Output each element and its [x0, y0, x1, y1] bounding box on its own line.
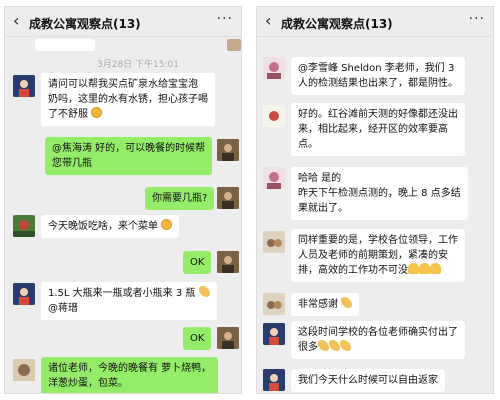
clap-icon	[340, 340, 351, 351]
clap-icon	[329, 340, 340, 351]
message-bubble-partial	[35, 39, 95, 51]
chat-header: ‹ 成教公寓观察点(13) ···	[5, 7, 241, 37]
message-bubble: 哈哈 是的 昨天下午检测点测的，晚上 8 点多结 果就出了。	[291, 167, 468, 220]
message-bubble-self: OK	[183, 251, 212, 274]
avatar-user-1[interactable]	[263, 369, 285, 391]
message-bubble: 这段时间学校的各位老师确实付出了 很多	[291, 321, 465, 359]
avatar-user-6[interactable]	[263, 231, 285, 253]
avatar-user-4[interactable]	[263, 167, 285, 189]
chat-title: 成教公寓观察点(13)	[29, 17, 141, 31]
message-bubble: 好的。红谷滩前天测的好像都还没出 来，相比起来，经开区的效率要高 点。	[291, 103, 465, 156]
avatar-user-3[interactable]	[13, 359, 35, 381]
avatar-user-1[interactable]	[13, 75, 35, 97]
message-bubble: 非常感谢	[291, 293, 360, 316]
thumbs-up-icon	[408, 263, 419, 274]
message-bubble: 今天晚饭吃啥，来个菜单	[41, 215, 180, 238]
message-bubble: 我们今天什么时候可以自由返家	[291, 369, 445, 392]
chat-panel-left: ‹ 成教公寓观察点(13) ··· 3月28日 下午15:01 请问可以帮我买点…	[4, 6, 242, 394]
message-bubble: 请问可以帮我买点矿泉水给宝宝泡 奶吗，这里的水有水锈，担心孩子喝 了不舒服	[41, 73, 215, 126]
message-bubble-self: 你需要几瓶?	[145, 187, 215, 210]
chat-panel-right: ‹ 成教公寓观察点(13) ··· @李雪峰 Sheldon 李老师，我们 3 …	[256, 6, 494, 394]
avatar-self[interactable]	[217, 251, 239, 273]
clap-icon	[318, 340, 329, 351]
avatar	[227, 39, 241, 51]
avatar-user-2[interactable]	[13, 215, 35, 237]
avatar-self[interactable]	[217, 327, 239, 349]
message-bubble-self: @焦海涛 好的，可以晚餐的时候帮 您带几瓶	[45, 137, 213, 175]
avatar-user-1[interactable]	[263, 323, 285, 345]
message-bubble: 诸位老师，今晚的晚餐有 萝卜烧鸭， 洋葱炒蛋，包菜。	[41, 357, 219, 393]
back-arrow-icon[interactable]: ‹	[13, 12, 19, 30]
thumbs-up-icon	[430, 263, 441, 274]
avatar-user-4[interactable]	[263, 57, 285, 79]
back-arrow-icon[interactable]: ‹	[265, 12, 271, 30]
more-options-icon[interactable]: ···	[469, 11, 485, 27]
message-bubble-self: OK	[183, 327, 212, 350]
avatar-self[interactable]	[217, 187, 239, 209]
clap-icon	[341, 297, 353, 308]
message-bubble: @李雪峰 Sheldon 李老师，我们 3 人的检测结果也出来了，都是阴性。	[291, 57, 465, 95]
drooling-face-icon	[161, 219, 173, 230]
more-options-icon[interactable]: ···	[217, 11, 233, 27]
message-bubble: 1.5L 大瓶来一瓶或者小瓶来 3 瓶 @蒋瑨	[41, 282, 217, 320]
message-timestamp: 3月28日 下午15:01	[97, 60, 179, 70]
worried-face-icon	[91, 107, 103, 118]
avatar-user-1[interactable]	[13, 283, 35, 305]
avatar-user-5[interactable]	[263, 105, 285, 127]
thumbs-up-icon	[419, 263, 430, 274]
clap-icon	[198, 286, 210, 297]
chat-header: ‹ 成教公寓观察点(13) ···	[257, 7, 493, 37]
chat-title: 成教公寓观察点(13)	[281, 17, 393, 31]
avatar-user-6[interactable]	[263, 293, 285, 315]
message-bubble: 同样重要的是，学校各位领导，工作 人员及老师的前期策划，紧凑的安 排，高效的工作…	[291, 229, 465, 282]
avatar-self[interactable]	[217, 139, 239, 161]
